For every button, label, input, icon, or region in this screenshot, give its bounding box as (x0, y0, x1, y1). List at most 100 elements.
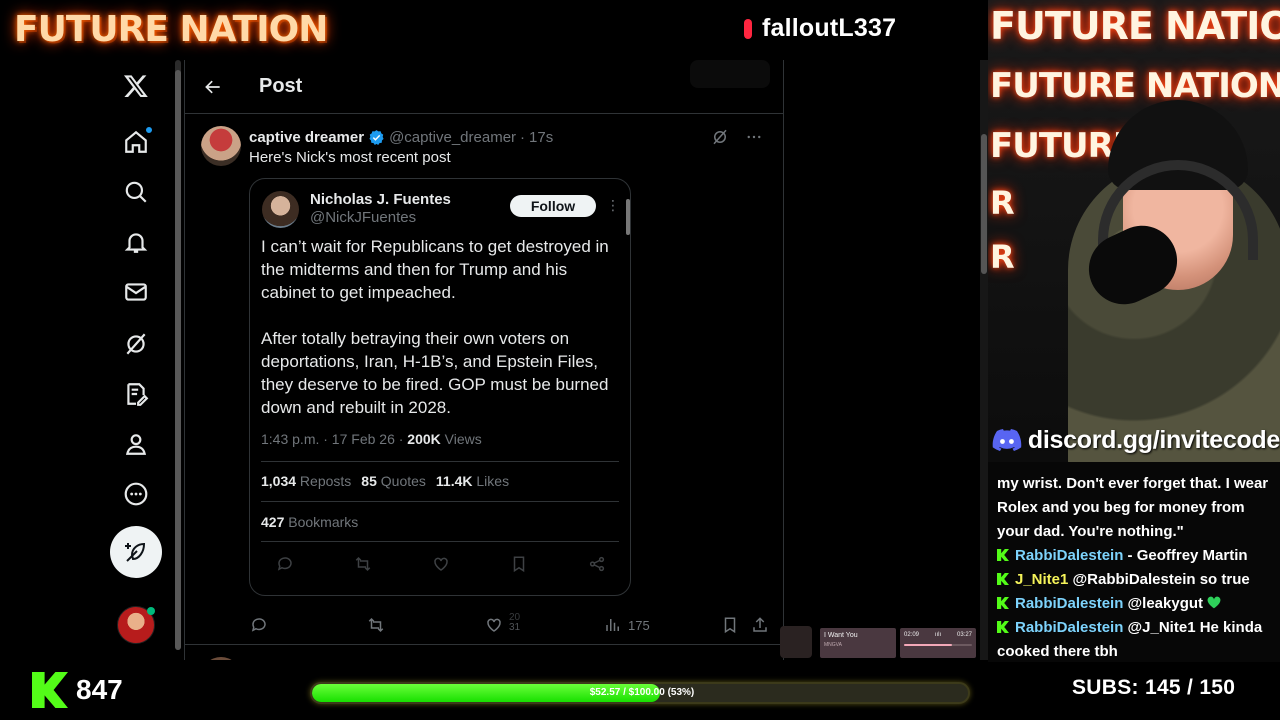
chat-username[interactable]: J_Nite1 (1015, 571, 1068, 588)
track-info: I Want You MNGVA (820, 628, 896, 658)
discord-icon (992, 429, 1022, 451)
bookmarks-stat[interactable]: 427 Bookmarks (261, 514, 358, 530)
reposts-label: Reposts (296, 473, 352, 489)
track-progress-panel: 02:09 ıılı 03:27 (900, 628, 976, 658)
embed-more-icon[interactable]: ⋮ (606, 197, 620, 214)
compose-note-icon[interactable] (122, 380, 150, 408)
neon-sign-text: R (990, 238, 1015, 276)
embed-author-avatar[interactable] (262, 191, 299, 228)
embed-date: 1:43 p.m. · 17 Feb 26 · (261, 431, 408, 447)
share-icon (753, 617, 767, 632)
reply-button[interactable] (250, 616, 268, 634)
quotes-stat[interactable]: 85 Quotes (361, 473, 426, 489)
embed-views-label: Views (440, 431, 482, 447)
chat-message-text: @RabbiDalestein so true (1068, 571, 1250, 588)
webcam-feed: FUTURE NATION FUTURE NATION FUTURE R R (988, 0, 1280, 462)
online-dot (147, 607, 155, 615)
neon-sign-text: R (990, 184, 1015, 222)
bookmarks-count: 427 (261, 514, 285, 530)
like-count-rolling: 20 31 (509, 613, 520, 633)
more-icon[interactable] (122, 480, 150, 508)
post-column: Post captive dreamer @captive_dreamer · … (184, 60, 784, 660)
tweet[interactable]: captive dreamer @captive_dreamer · 17s H… (185, 114, 783, 644)
reposts-stat[interactable]: 1,034 Reposts (261, 473, 351, 489)
embed-views-count: 200K (407, 431, 441, 447)
divider (261, 461, 619, 462)
account-avatar[interactable] (117, 606, 155, 644)
page-scrollbar[interactable] (980, 60, 988, 660)
track-progress-fill (904, 644, 952, 646)
kick-badge-icon (997, 573, 1009, 585)
quotes-label: Quotes (376, 473, 426, 489)
chat-username[interactable]: RabbiDalestein (1015, 595, 1123, 612)
stream-bottom-bar: 847 $52.57 / $100.00 (53%) SUBS: 145 / 1… (0, 662, 1280, 720)
chat-message-text: - Geoffrey Martin (1123, 547, 1248, 564)
repost-button[interactable] (367, 616, 385, 634)
track-times: 02:09 ıılı 03:27 (904, 632, 972, 638)
chat-message: my wrist. Don't ever forget that. I wear… (997, 472, 1274, 544)
embed-author-name[interactable]: Nicholas J. Fuentes (310, 191, 451, 208)
like-icon[interactable] (432, 555, 450, 573)
mail-icon[interactable] (122, 278, 150, 306)
bookmark-icon[interactable] (510, 555, 528, 573)
channel-tag: falloutL337 (744, 14, 896, 43)
bell-icon[interactable] (122, 228, 150, 256)
reply-icon[interactable] (276, 555, 294, 573)
album-art (780, 626, 812, 658)
stream-chat: my wrist. Don't ever forget that. I wear… (988, 462, 1280, 662)
back-arrow-icon[interactable] (203, 77, 223, 97)
post-time[interactable]: 17s (529, 129, 553, 146)
kick-logo-icon (32, 672, 68, 708)
chat-username[interactable]: RabbiDalestein (1015, 547, 1123, 564)
track-total: 03:27 (956, 632, 972, 638)
home-icon[interactable] (122, 126, 153, 156)
embed-author-handle[interactable]: @NickJFuentes (310, 209, 416, 226)
divider (261, 501, 619, 502)
share-button[interactable] (751, 616, 769, 634)
grok-icon[interactable] (122, 330, 150, 358)
likes-stat[interactable]: 11.4K Likes (436, 473, 509, 489)
follow-button[interactable]: Follow (510, 195, 596, 217)
embed-paragraph: After totally betraying their own voters… (261, 329, 609, 417)
overlay-artifact (690, 60, 770, 88)
bookmark-button[interactable] (721, 616, 739, 634)
chat-message: RabbiDalestein @J_Nite1 He kinda cooked … (997, 616, 1274, 662)
share-icon[interactable] (588, 555, 606, 573)
track-artist: MNGVA (824, 642, 842, 648)
sub-goal-counter: SUBS: 145 / 150 (1072, 676, 1236, 699)
next-tweet-preview[interactable] (185, 644, 783, 660)
donation-goal-bar: $52.57 / $100.00 (53%) (310, 682, 970, 704)
post-compose-button[interactable] (110, 526, 162, 578)
embed-scrollbar[interactable] (626, 199, 630, 235)
now-playing-widget: I Want You MNGVA 02:09 ıılı 03:27 (780, 624, 980, 660)
page-scrollbar-thumb[interactable] (981, 134, 987, 274)
grok-explain-icon[interactable] (711, 128, 729, 146)
x-sidebar (0, 60, 180, 660)
home-notification-dot (145, 126, 153, 134)
repost-icon[interactable] (354, 555, 372, 573)
like-icon (487, 618, 501, 632)
more-options-icon[interactable] (745, 128, 763, 146)
kick-badge-icon (997, 549, 1009, 561)
author-avatar[interactable] (201, 126, 241, 166)
bookmarks-label: Bookmarks (284, 514, 359, 530)
search-icon[interactable] (122, 178, 150, 206)
embed-post-text: I can’t wait for Republicans to get dest… (261, 235, 621, 419)
profile-icon[interactable] (122, 430, 150, 458)
discord-invite-text: discord.gg/invitecode (1027, 425, 1280, 454)
kick-badge-icon (997, 597, 1009, 609)
views-button[interactable]: 175 (604, 616, 650, 634)
streamer (1068, 80, 1280, 462)
like-button[interactable]: 20 31 (485, 613, 520, 634)
chat-username[interactable]: RabbiDalestein (1015, 619, 1123, 636)
x-logo-icon[interactable] (122, 72, 150, 100)
likes-label: Likes (472, 473, 510, 489)
author-name[interactable]: captive dreamer (249, 129, 364, 146)
kick-pin-icon (744, 18, 752, 39)
next-tweet-avatar[interactable] (201, 657, 241, 660)
chat-message: RabbiDalestein @leakygut (997, 592, 1274, 616)
author-handle[interactable]: @captive_dreamer (389, 129, 516, 146)
embedded-post-card[interactable]: Nicholas J. Fuentes @NickJFuentes Follow… (249, 178, 631, 596)
quotes-count: 85 (361, 473, 377, 489)
viewer-count: 847 (76, 674, 123, 705)
